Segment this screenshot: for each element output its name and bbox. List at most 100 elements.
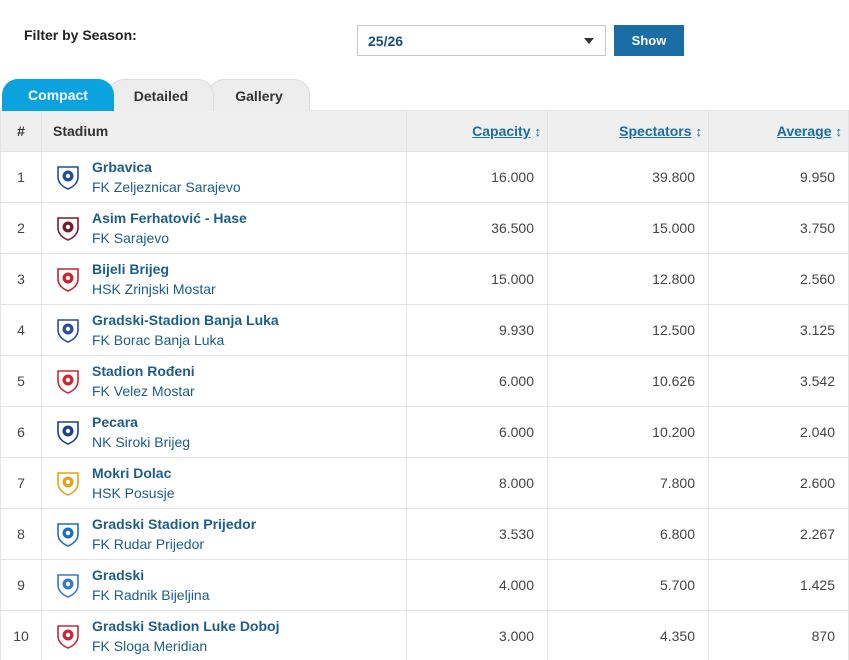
radnik-crest-icon: [57, 574, 79, 598]
sloga-crest-icon: [57, 625, 79, 649]
sort-capacity-link[interactable]: Capacity: [472, 123, 530, 139]
club-name-link[interactable]: HSK Posusje: [92, 483, 174, 503]
header-stadium: Stadium: [41, 110, 407, 152]
spectators-cell: 6.800: [547, 508, 709, 560]
table-header-row: # Stadium Capacity ↕ Spectators ↕ Average ↕: [0, 110, 849, 152]
spectators-cell: 15.000: [547, 202, 709, 254]
spectators-cell: 5.700: [547, 559, 709, 611]
club-name-link[interactable]: FK Sloga Meridian: [92, 636, 279, 656]
borac-crest-icon: [57, 319, 79, 343]
spectators-cell: 4.350: [547, 610, 709, 660]
rank-cell: 3: [0, 253, 42, 305]
average-cell: 3.125: [708, 304, 849, 356]
stadium-name-link[interactable]: Gradski-Stadion Banja Luka: [92, 310, 279, 330]
show-button[interactable]: Show: [614, 25, 684, 56]
stadium-name-link[interactable]: Gradski Stadion Luke Doboj: [92, 616, 279, 636]
club-name-link[interactable]: NK Siroki Brijeg: [92, 432, 190, 452]
rank-cell: 2: [0, 202, 42, 254]
average-cell: 9.950: [708, 151, 849, 203]
table-row: 7 Mokri Dolac HSK Posusje 8.000 7.800 2.600: [0, 457, 849, 509]
stadium-cell: Mokri Dolac HSK Posusje: [41, 457, 407, 509]
header-average[interactable]: Average ↕: [708, 110, 849, 152]
average-cell: 2.600: [708, 457, 849, 509]
table-row: 5 Stadion Rođeni FK Velez Mostar 6.000 10.62…: [0, 355, 849, 407]
table-row: 10 Gradski Stadion Luke Doboj FK Sloga Mer…: [0, 610, 849, 660]
spectators-cell: 39.800: [547, 151, 709, 203]
capacity-cell: 6.000: [406, 406, 548, 458]
header-spectators[interactable]: Spectators ↕: [547, 110, 709, 152]
tab-detailed[interactable]: Detailed: [108, 79, 214, 111]
club-name-link[interactable]: FK Velez Mostar: [92, 381, 195, 401]
stadium-name-link[interactable]: Stadion Rođeni: [92, 361, 195, 381]
tab-compact[interactable]: Compact: [2, 79, 114, 111]
stadium-name-link[interactable]: Asim Ferhatović - Hase: [92, 208, 247, 228]
table-row: 1 Grbavica FK Zeljeznicar Sarajevo 16.000 39…: [0, 151, 849, 203]
average-cell: 2.560: [708, 253, 849, 305]
club-name-link[interactable]: FK Zeljeznicar Sarajevo: [92, 177, 241, 197]
spectators-cell: 12.500: [547, 304, 709, 356]
club-name-link[interactable]: FK Borac Banja Luka: [92, 330, 279, 350]
stadium-name-link[interactable]: Pecara: [92, 412, 190, 432]
stadium-name-link[interactable]: Mokri Dolac: [92, 463, 174, 483]
capacity-cell: 16.000: [406, 151, 548, 203]
spectators-cell: 7.800: [547, 457, 709, 509]
capacity-cell: 8.000: [406, 457, 548, 509]
stadium-cell: Pecara NK Siroki Brijeg: [41, 406, 407, 458]
sarajevo-crest-icon: [57, 217, 79, 241]
stadium-cell: Grbavica FK Zeljeznicar Sarajevo: [41, 151, 407, 203]
club-name-link[interactable]: FK Rudar Prijedor: [92, 534, 256, 554]
view-tabs: Compact Detailed Gallery: [0, 79, 849, 111]
spectators-cell: 10.626: [547, 355, 709, 407]
header-rank: #: [0, 110, 42, 152]
velez-crest-icon: [57, 370, 79, 394]
stadium-name-link[interactable]: Bijeli Brijeg: [92, 259, 216, 279]
rank-cell: 7: [0, 457, 42, 509]
table-row: 4 Gradski-Stadion Banja Luka FK Borac Banj…: [0, 304, 849, 356]
rank-cell: 4: [0, 304, 42, 356]
stadium-table: # Stadium Capacity ↕ Spectators ↕ Average ↕…: [0, 110, 849, 660]
rank-cell: 10: [0, 610, 42, 660]
stadium-name-link[interactable]: Gradski: [92, 565, 210, 585]
club-name-link[interactable]: HSK Zrinjski Mostar: [92, 279, 216, 299]
rank-cell: 6: [0, 406, 42, 458]
sort-spectators-link[interactable]: Spectators: [619, 123, 691, 139]
stadium-cell: Gradski-Stadion Banja Luka FK Borac Banja…: [41, 304, 407, 356]
spectators-cell: 12.800: [547, 253, 709, 305]
capacity-cell: 3.000: [406, 610, 548, 660]
table-row: 8 Gradski Stadion Prijedor FK Rudar Prijed…: [0, 508, 849, 560]
stadium-cell: Gradski Stadion Luke Doboj FK Sloga Merid…: [41, 610, 407, 660]
table-row: 9 Gradski FK Radnik Bijeljina 4.000 5.700 1.4…: [0, 559, 849, 611]
season-select-value: 25/26: [368, 33, 404, 49]
zrinjski-crest-icon: [57, 268, 79, 292]
average-cell: 3.542: [708, 355, 849, 407]
siroki-brijeg-crest-icon: [57, 421, 79, 445]
capacity-cell: 3.530: [406, 508, 548, 560]
table-row: 6 Pecara NK Siroki Brijeg 6.000 10.200 2.040: [0, 406, 849, 458]
sort-arrow-icon: ↕: [534, 124, 542, 139]
stadium-name-link[interactable]: Grbavica: [92, 157, 241, 177]
club-name-link[interactable]: FK Radnik Bijeljina: [92, 585, 210, 605]
stadium-cell: Gradski FK Radnik Bijeljina: [41, 559, 407, 611]
stadium-name-link[interactable]: Gradski Stadion Prijedor: [92, 514, 256, 534]
tab-gallery[interactable]: Gallery: [208, 79, 310, 111]
season-select[interactable]: 25/26: [357, 25, 606, 56]
spectators-cell: 10.200: [547, 406, 709, 458]
capacity-cell: 4.000: [406, 559, 548, 611]
capacity-cell: 36.500: [406, 202, 548, 254]
table-row: 2 Asim Ferhatović - Hase FK Sarajevo 36.500…: [0, 202, 849, 254]
average-cell: 3.750: [708, 202, 849, 254]
rank-cell: 1: [0, 151, 42, 203]
rank-cell: 8: [0, 508, 42, 560]
rudar-crest-icon: [57, 523, 79, 547]
club-name-link[interactable]: FK Sarajevo: [92, 228, 247, 248]
sort-average-link[interactable]: Average: [777, 123, 832, 139]
stadium-cell: Bijeli Brijeg HSK Zrinjski Mostar: [41, 253, 407, 305]
posusje-crest-icon: [57, 472, 79, 496]
table-row: 3 Bijeli Brijeg HSK Zrinjski Mostar 15.000 1…: [0, 253, 849, 305]
sort-arrow-icon: ↕: [835, 124, 843, 139]
average-cell: 2.040: [708, 406, 849, 458]
header-capacity[interactable]: Capacity ↕: [406, 110, 548, 152]
chevron-down-icon: [584, 38, 594, 44]
stadium-cell: Asim Ferhatović - Hase FK Sarajevo: [41, 202, 407, 254]
sort-arrow-icon: ↕: [695, 124, 703, 139]
